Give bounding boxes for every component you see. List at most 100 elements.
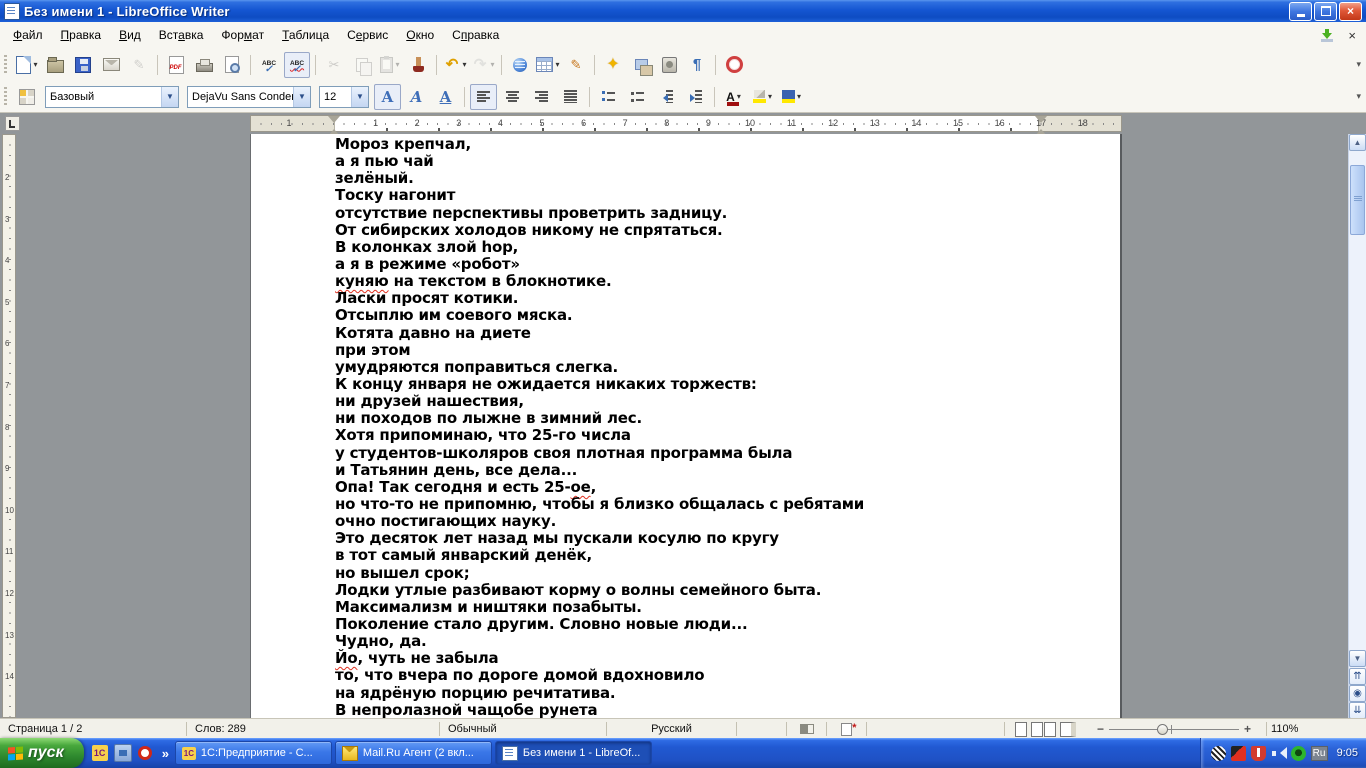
zoom-out-button[interactable]: − <box>1092 722 1109 736</box>
text-line[interactable]: Отсыплю им соевого мяска. <box>335 306 864 324</box>
word-count-status[interactable]: Слов: 289 <box>187 722 440 736</box>
unsaved-changes-indicator[interactable] <box>827 722 867 736</box>
text-line[interactable]: Хотя припоминаю, что 25-го числа <box>335 426 864 444</box>
background-color-dropdown-icon[interactable]: ▾ <box>797 92 801 101</box>
insert-table-button[interactable]: ▾ <box>535 52 561 78</box>
text-line[interactable]: и Татьянин день, все дела... <box>335 461 864 479</box>
text-line[interactable]: у студентов-школяров своя плотная програ… <box>335 444 864 462</box>
zoom-percent[interactable]: 110% <box>1266 722 1306 736</box>
volume-tray-icon[interactable] <box>1271 746 1287 761</box>
align-right-button[interactable] <box>528 84 555 110</box>
email-document-button[interactable] <box>98 52 124 78</box>
update-available-icon[interactable] <box>1320 28 1334 42</box>
new-document-dropdown-icon[interactable]: ▾ <box>33 60 37 69</box>
minimize-button[interactable] <box>1289 1 1312 21</box>
align-center-button[interactable] <box>499 84 526 110</box>
text-line[interactable]: В непролазной чащобе рунета <box>335 701 864 718</box>
text-line[interactable]: умудряются поправиться слегка. <box>335 358 864 376</box>
zoom-slider-thumb[interactable] <box>1157 723 1169 735</box>
quick-launch-show-desktop-icon[interactable] <box>113 744 132 762</box>
text-line[interactable]: Мороз крепчал, <box>335 135 864 153</box>
previous-page-button[interactable]: ⇈ <box>1349 668 1366 685</box>
text-line[interactable]: то, что вчера по дороге домой вдохновило <box>335 666 864 684</box>
font-name-combo[interactable]: DejaVu Sans Conder ▼ <box>187 85 311 108</box>
next-page-button[interactable]: ⇊ <box>1349 702 1366 718</box>
vertical-scrollbar[interactable]: ▲ ▼ ⇈ ◉ ⇊ <box>1348 134 1366 718</box>
tab-stop-selector[interactable] <box>5 116 20 131</box>
close-document-icon[interactable]: × <box>1348 29 1356 42</box>
scroll-up-button[interactable]: ▲ <box>1349 134 1366 151</box>
numbered-list-button[interactable] <box>595 84 622 110</box>
quick-launch-chevron[interactable]: » <box>160 746 171 761</box>
align-left-button[interactable] <box>470 83 497 110</box>
toolbar-grip[interactable] <box>4 86 7 107</box>
decrease-indent-button[interactable] <box>653 84 680 110</box>
text-line[interactable]: но что-то не припомню, чтобы я близко об… <box>335 495 864 513</box>
paragraph-style-combo[interactable]: Базовый ▼ <box>45 85 179 108</box>
language-indicator[interactable]: Ru <box>1310 745 1328 761</box>
highlighting-dropdown-icon[interactable]: ▾ <box>768 92 772 101</box>
gallery-button[interactable] <box>628 52 654 78</box>
data-sources-button[interactable] <box>656 52 682 78</box>
background-color-button[interactable]: ▾ <box>778 84 805 110</box>
paste-dropdown-icon[interactable]: ▾ <box>395 60 399 69</box>
restore-button[interactable] <box>1314 1 1337 21</box>
menu-insert[interactable]: Вставка <box>150 24 213 46</box>
auto-spellcheck-button[interactable]: ABC <box>284 51 310 78</box>
text-line[interactable]: Тоску нагонит <box>335 186 864 204</box>
align-justified-button[interactable] <box>557 84 584 110</box>
print-button[interactable] <box>191 52 217 78</box>
quick-launch-opera-icon[interactable] <box>137 746 152 760</box>
redo-dropdown-icon[interactable]: ▾ <box>490 60 494 69</box>
menu-view[interactable]: Вид <box>110 24 150 46</box>
bold-button[interactable]: A <box>374 83 401 110</box>
text-line[interactable]: зелёный. <box>335 169 864 187</box>
styles-and-formatting-button[interactable] <box>14 84 40 110</box>
chevron-down-icon[interactable]: ▼ <box>351 86 368 107</box>
menu-window[interactable]: Окно <box>397 24 443 46</box>
increase-indent-button[interactable] <box>682 84 709 110</box>
text-line[interactable]: Котята давно на диете <box>335 324 864 342</box>
document-page[interactable]: Мороз крепчал, а я пью чай зелёный. Тоску н… <box>250 134 1122 718</box>
close-button[interactable]: × <box>1339 1 1362 21</box>
text-line[interactable]: ни друзей нашествия, <box>335 392 864 410</box>
underline-button[interactable]: A <box>432 84 459 110</box>
text-line[interactable]: Йо, чуть не забыла <box>335 649 864 667</box>
chevron-down-icon[interactable]: ▼ <box>293 86 310 107</box>
text-line[interactable]: но вышел срок; <box>335 564 864 582</box>
text-line[interactable]: К концу января не ожидается никаких торж… <box>335 375 864 393</box>
italic-button[interactable]: A <box>403 84 430 110</box>
insert-mode-indicator[interactable] <box>787 722 827 736</box>
menu-edit[interactable]: Правка <box>52 24 111 46</box>
chevron-down-icon[interactable]: ▼ <box>161 86 178 107</box>
clone-formatting-button[interactable] <box>405 52 431 78</box>
taskbar-button[interactable]: Без имени 1 - LibreOf... <box>494 741 652 765</box>
page-number-status[interactable]: Страница 1 / 2 <box>0 722 187 736</box>
vertical-ruler[interactable]: 2 3 4 5 6 7 8 9 10 11 12 13 14 <box>2 134 16 718</box>
menu-table[interactable]: Таблица <box>273 24 338 46</box>
text-line[interactable]: От сибирских холодов никому не спрятатьс… <box>335 221 864 239</box>
shield-tray-icon[interactable] <box>1250 745 1266 761</box>
taskbar-button[interactable]: 1С 1С:Предприятие - С... <box>174 741 332 765</box>
text-line[interactable]: а я в режиме «робот» <box>335 255 864 273</box>
scrollbar-thumb[interactable] <box>1350 165 1365 235</box>
menu-help[interactable]: Справка <box>443 24 508 46</box>
menu-format[interactable]: Формат <box>212 24 273 46</box>
antivirus-tray-icon[interactable] <box>1230 745 1246 761</box>
zoom-slider-track[interactable] <box>1109 723 1240 736</box>
text-line[interactable]: Максимализм и ништяки позабыты. <box>335 598 864 616</box>
formatting-toolbar-overflow-icon[interactable]: ▾ <box>1356 91 1361 102</box>
start-button[interactable]: пуск <box>0 738 84 768</box>
clock[interactable]: 9:05 <box>1333 747 1358 759</box>
scroll-down-button[interactable]: ▼ <box>1349 650 1366 667</box>
help-button[interactable] <box>721 52 747 78</box>
text-line[interactable]: Поколение стало другим. Словно новые люд… <box>335 615 864 633</box>
page-style-status[interactable]: Обычный <box>440 722 607 736</box>
text-line[interactable]: ни походов по лыжне в зимний лес. <box>335 409 864 427</box>
formatting-marks-button[interactable]: ¶ <box>684 52 710 78</box>
text-line[interactable]: очно постигающих науку. <box>335 512 864 530</box>
undo-dropdown-icon[interactable]: ▾ <box>462 60 466 69</box>
navigation-button[interactable]: ◉ <box>1349 685 1366 702</box>
quick-launch-1c-icon[interactable]: 1С <box>91 745 108 761</box>
taskbar-button[interactable]: Mail.Ru Агент (2 вкл... <box>334 741 492 765</box>
